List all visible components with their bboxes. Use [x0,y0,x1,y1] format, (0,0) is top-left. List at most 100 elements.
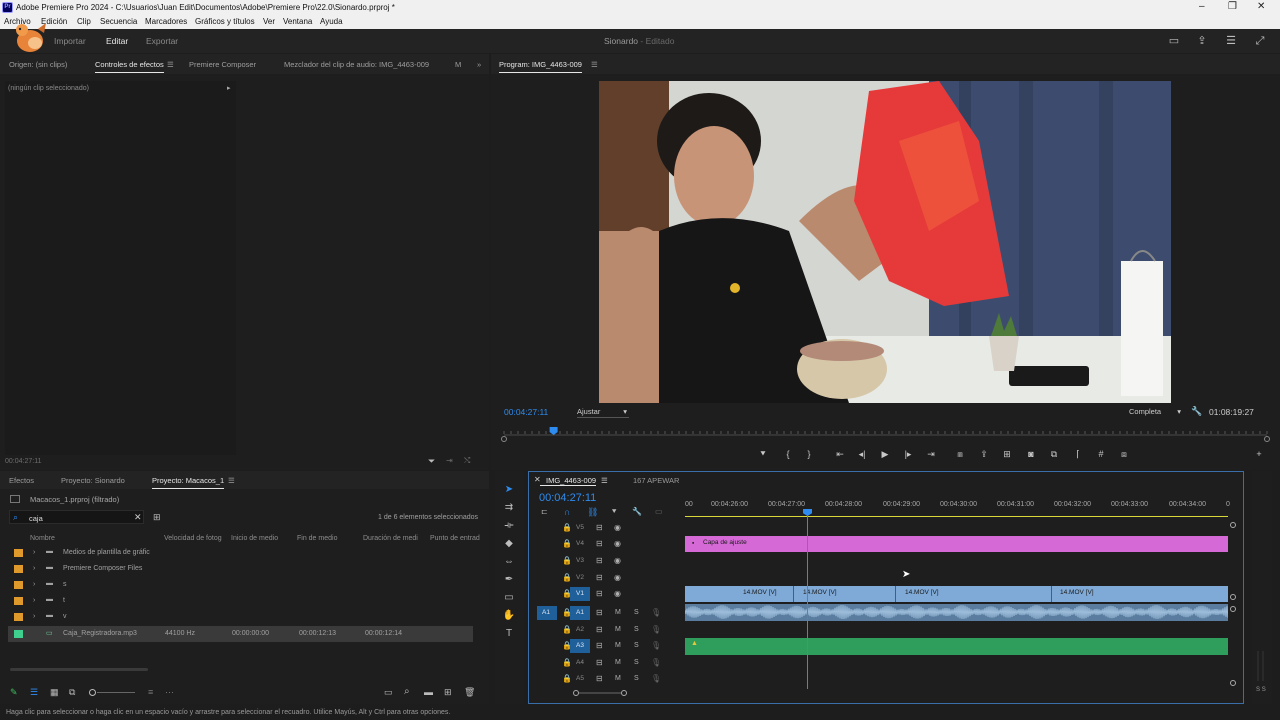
automate-icon[interactable]: ⋯ [165,687,174,698]
go-to-in-icon[interactable]: ⇤ [833,449,847,460]
icon-view-icon[interactable]: ▦ [50,687,59,698]
col-velocidad[interactable]: Velocidad de fotog [164,535,222,542]
tab-proyecto-macacos[interactable]: Proyecto: Macacos_1 [152,476,225,489]
ripple-edit-tool-icon[interactable]: ⟛ [502,519,516,533]
menu-ayuda[interactable]: Ayuda [320,17,343,26]
lock-icon[interactable]: 🔒 [562,641,572,650]
close-icon[interactable]: ✕ [1257,1,1265,12]
solo-button[interactable]: S [634,609,639,616]
voiceover-mic-icon[interactable]: 🎙 [651,608,661,617]
eye-icon[interactable]: ◉ [614,523,621,532]
add-marker-icon[interactable]: ⯆ [756,449,770,460]
solo-left[interactable]: S [1256,687,1260,693]
restore-icon[interactable]: ❐ [1228,1,1237,12]
settings-wrench-icon[interactable]: 🔧 [1191,406,1202,417]
list-item[interactable]: › ▬ Medios de plantilla de gráfic [8,545,473,561]
freeform-view-icon[interactable]: ⧉ [69,687,75,698]
sync-lock-icon[interactable]: ⊟ [596,556,603,565]
quality-dropdown[interactable]: Completa ▾ [1129,407,1181,418]
tab-proyecto-sionardo[interactable]: Proyecto: Sionardo [61,476,125,485]
lock-icon[interactable]: 🔒 [562,674,572,683]
source-patch-a1[interactable]: A1 [537,606,557,620]
tab-program[interactable]: Program: IMG_4463-009 [499,60,582,73]
new-bin-icon[interactable]: ▬ [424,687,433,697]
timeline-marker-icon[interactable]: ⯆ [611,507,617,517]
expand-icon[interactable]: ▸ [227,84,231,92]
snap-icon[interactable]: ∩ [564,507,570,517]
project-menu-icon[interactable]: ☰ [228,476,235,485]
tabs-overflow-icon[interactable]: » [477,60,481,69]
fit-dropdown[interactable]: Ajustar ▾ [577,407,629,418]
lock-icon[interactable]: 🔒 [562,658,572,667]
extract-icon[interactable]: ⇪ [977,449,991,460]
lock-icon[interactable]: 🔒 [562,589,572,598]
fullscreen-icon[interactable]: ⤢ [1253,34,1267,48]
solo-button[interactable]: S [634,626,639,633]
mute-button[interactable]: M [615,675,621,682]
tab-more[interactable]: M [455,60,461,69]
linked-selection-icon[interactable]: ⛓ [587,507,598,518]
quick-export-icon[interactable]: ⇪ [1195,34,1209,48]
zoom-slider[interactable] [89,689,135,696]
work-area-bar[interactable] [685,516,1228,517]
find-icon[interactable]: ⌕ [404,686,410,697]
mute-button[interactable]: M [615,626,621,633]
expand-chevron-icon[interactable]: › [33,549,35,556]
loop-icon[interactable]: ⤭ [464,456,470,466]
eye-icon[interactable]: ◉ [614,556,621,565]
tab-efectos[interactable]: Efectos [9,476,34,485]
insert-icon[interactable]: ⊞ [1000,449,1014,460]
timeline-zoom-scrollbar[interactable] [573,690,627,696]
solo-button[interactable]: S [634,642,639,649]
mark-out-icon[interactable]: } [802,449,816,459]
trash-icon[interactable]: 🗑 [464,687,475,698]
track-select-tool-icon[interactable]: ⇉ [502,501,516,515]
vr-icon[interactable]: ⧈ [1117,449,1131,460]
tab-importar[interactable]: Importar [54,36,86,46]
mute-button[interactable]: M [615,642,621,649]
camera-icon[interactable]: ◙ [1024,449,1038,459]
eye-icon[interactable]: ◉ [614,589,621,598]
step-forward-icon[interactable]: |▸ [901,449,915,460]
filter-icon[interactable]: ⏷ [428,456,435,467]
tab-controles-efectos[interactable]: Controles de efectos [95,60,164,73]
hand-tool-icon[interactable]: ✋ [502,609,516,623]
lock-icon[interactable]: 🔒 [562,608,572,617]
sync-lock-icon[interactable]: ⊟ [596,608,603,617]
compare-icon[interactable]: ⧉ [1047,449,1061,460]
close-sequence-icon[interactable]: ✕ [534,475,541,484]
program-scrubber[interactable] [498,424,1273,444]
trim-icon[interactable]: ⌈ [1071,449,1085,460]
sync-lock-icon[interactable]: ⊟ [596,625,603,634]
sync-lock-icon[interactable]: ⊟ [596,674,603,683]
mute-button[interactable]: M [615,659,621,666]
captions-icon[interactable]: ▭ [655,507,663,516]
slip-tool-icon[interactable]: ⇔ [502,555,516,569]
a-scroll-top[interactable] [1230,606,1236,612]
mute-button[interactable]: M [615,609,621,616]
sync-lock-icon[interactable]: ⊟ [596,523,603,532]
program-menu-icon[interactable]: ☰ [591,60,598,69]
play-icon[interactable]: ▶ [878,449,892,460]
v-scroll-top[interactable] [1230,522,1236,528]
panel-menu-icon[interactable]: ☰ [167,60,174,69]
add-button-icon[interactable]: + [1252,449,1266,459]
col-nombre[interactable]: Nombre [30,535,55,542]
solo-button[interactable]: S [634,675,639,682]
sync-lock-icon[interactable]: ⊟ [596,539,603,548]
expand-chevron-icon[interactable]: › [33,613,35,620]
v1-track-clips[interactable]: 14.MOV [V] 14.MOV [V] 14.MOV [V] 14.MOV … [685,586,1228,602]
a3-audio-clip[interactable]: ▲ [685,638,1228,655]
search-input[interactable]: caja [29,514,43,523]
sequence-menu-icon[interactable]: ☰ [601,476,608,485]
horizontal-scrollbar[interactable] [10,668,148,671]
tab-exportar[interactable]: Exportar [146,36,178,46]
export-frame-icon[interactable]: ⇥ [446,456,453,465]
nest-icon[interactable]: ⊏ [541,507,548,516]
new-bin-search-icon[interactable]: ⊞ [153,512,161,523]
timeline-timecode[interactable]: 00:04:27:11 [539,492,596,504]
menu-clip[interactable]: Clip [77,17,91,26]
lock-icon[interactable]: 🔒 [562,573,572,582]
a1-audio-clip[interactable] [685,604,1228,621]
sync-lock-icon[interactable]: ⊟ [596,589,603,598]
